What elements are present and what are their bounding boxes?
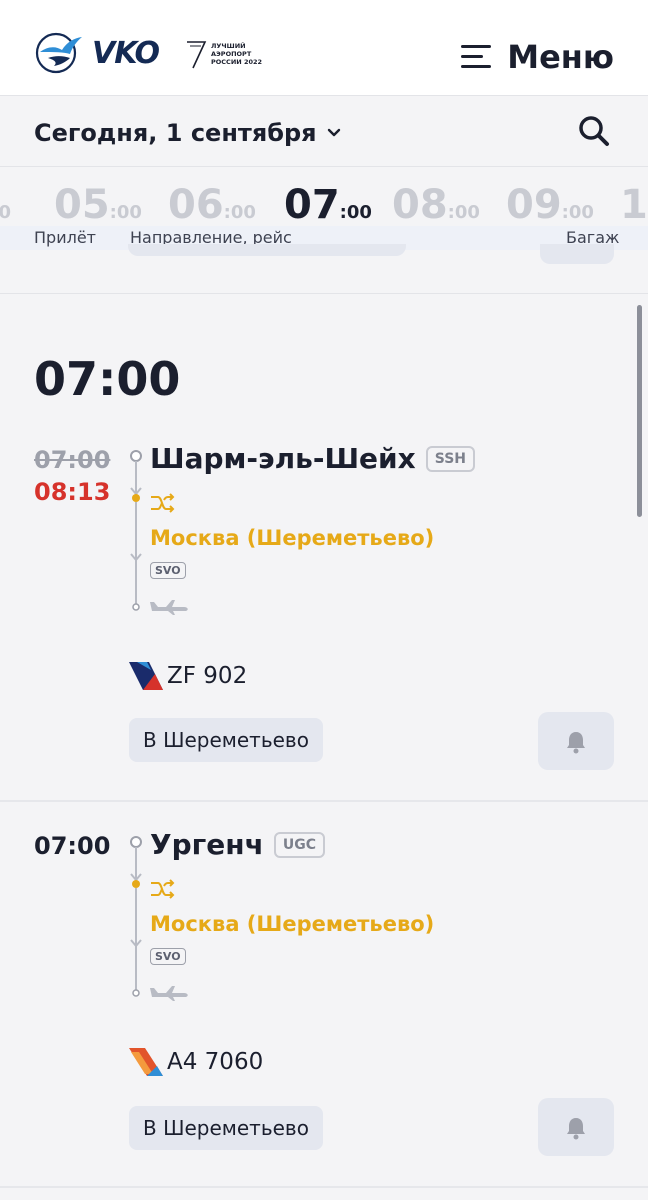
transfer-airport-code: SVO — [150, 562, 186, 579]
plane-icon — [150, 986, 188, 1001]
award-text: Лучший аэропорт России 2022 — [211, 42, 263, 66]
bell-icon — [567, 732, 585, 754]
transfer-airport-code: SVO — [150, 948, 186, 965]
menu-label: Меню — [507, 38, 614, 76]
airline: A4 7060 — [129, 1048, 263, 1076]
airline-logo-icon — [129, 1048, 163, 1076]
scheduled-time: 07:00 — [34, 446, 111, 474]
date-label: Сегодня, 1 сентября — [34, 119, 317, 147]
transfer-icon — [151, 493, 175, 513]
hour-item[interactable]: 00 — [0, 182, 11, 226]
column-arrival: Прилёт — [34, 228, 96, 247]
award-seven-icon — [187, 41, 207, 69]
hour-item[interactable]: 10 — [620, 182, 648, 226]
route-timeline-icon — [130, 450, 142, 611]
transfer-airport: Москва (Шереметьево) — [150, 526, 435, 550]
destination: Ургенч UGC — [150, 828, 325, 861]
hamburger-icon — [461, 45, 492, 69]
notify-button[interactable] — [538, 1098, 614, 1156]
flight-number: A4 7060 — [167, 1049, 264, 1075]
bell-icon — [567, 1118, 585, 1140]
hour-item[interactable]: 08:00 — [392, 182, 480, 226]
scheduled-time: 07:00 — [34, 832, 111, 860]
previous-row-remnant — [0, 244, 648, 294]
destination-name: Ургенч — [150, 828, 264, 861]
transfer-icon — [151, 879, 175, 899]
notify-button[interactable] — [538, 712, 614, 770]
destination-code: SSH — [425, 445, 475, 472]
airline-logo-icon — [129, 662, 163, 690]
destination: Шарм-эль-Шейх SSH — [150, 442, 475, 475]
scrollbar[interactable] — [637, 305, 642, 517]
hour-item[interactable]: 09:00 — [506, 182, 594, 226]
row-divider — [0, 800, 648, 802]
logo-text: VKO — [92, 35, 160, 71]
hour-item[interactable]: 05:00 — [54, 182, 142, 226]
vko-logo[interactable]: VKO — [34, 28, 160, 78]
site-header: VKO Лучший аэропорт России 2022 Меню — [0, 0, 648, 96]
date-bar: Сегодня, 1 сентября — [0, 97, 648, 167]
route-timeline-icon — [130, 836, 142, 997]
actual-time: 08:13 — [34, 478, 111, 506]
flight-number: ZF 902 — [167, 663, 248, 689]
hour-section-title: 07:00 — [34, 352, 181, 406]
status-chip-remnant — [128, 244, 406, 256]
destination-code: UGC — [273, 831, 325, 858]
row-divider — [0, 1186, 648, 1188]
menu-button[interactable]: Меню — [461, 38, 614, 76]
bird-logo-icon — [35, 32, 82, 74]
chevron-down-icon — [327, 128, 340, 137]
flight-status-chip[interactable]: В Шереметьево — [129, 1106, 323, 1150]
flight-status-chip[interactable]: В Шереметьево — [129, 718, 323, 762]
search-icon[interactable] — [576, 113, 612, 149]
hour-selector[interactable]: 00 05:00 06:00 07:00 08:00 09:00 10 — [0, 168, 648, 226]
award-badge: Лучший аэропорт России 2022 — [185, 38, 271, 70]
destination-name: Шарм-эль-Шейх — [150, 442, 416, 475]
airline: ZF 902 — [129, 662, 247, 690]
transfer-airport: Москва (Шереметьево) — [150, 912, 435, 936]
bell-button-remnant — [540, 244, 614, 264]
plane-icon — [150, 600, 188, 615]
date-selector[interactable]: Сегодня, 1 сентября — [34, 119, 341, 147]
hour-item[interactable]: 06:00 — [168, 182, 256, 226]
hour-item-active[interactable]: 07:00 — [284, 182, 372, 226]
